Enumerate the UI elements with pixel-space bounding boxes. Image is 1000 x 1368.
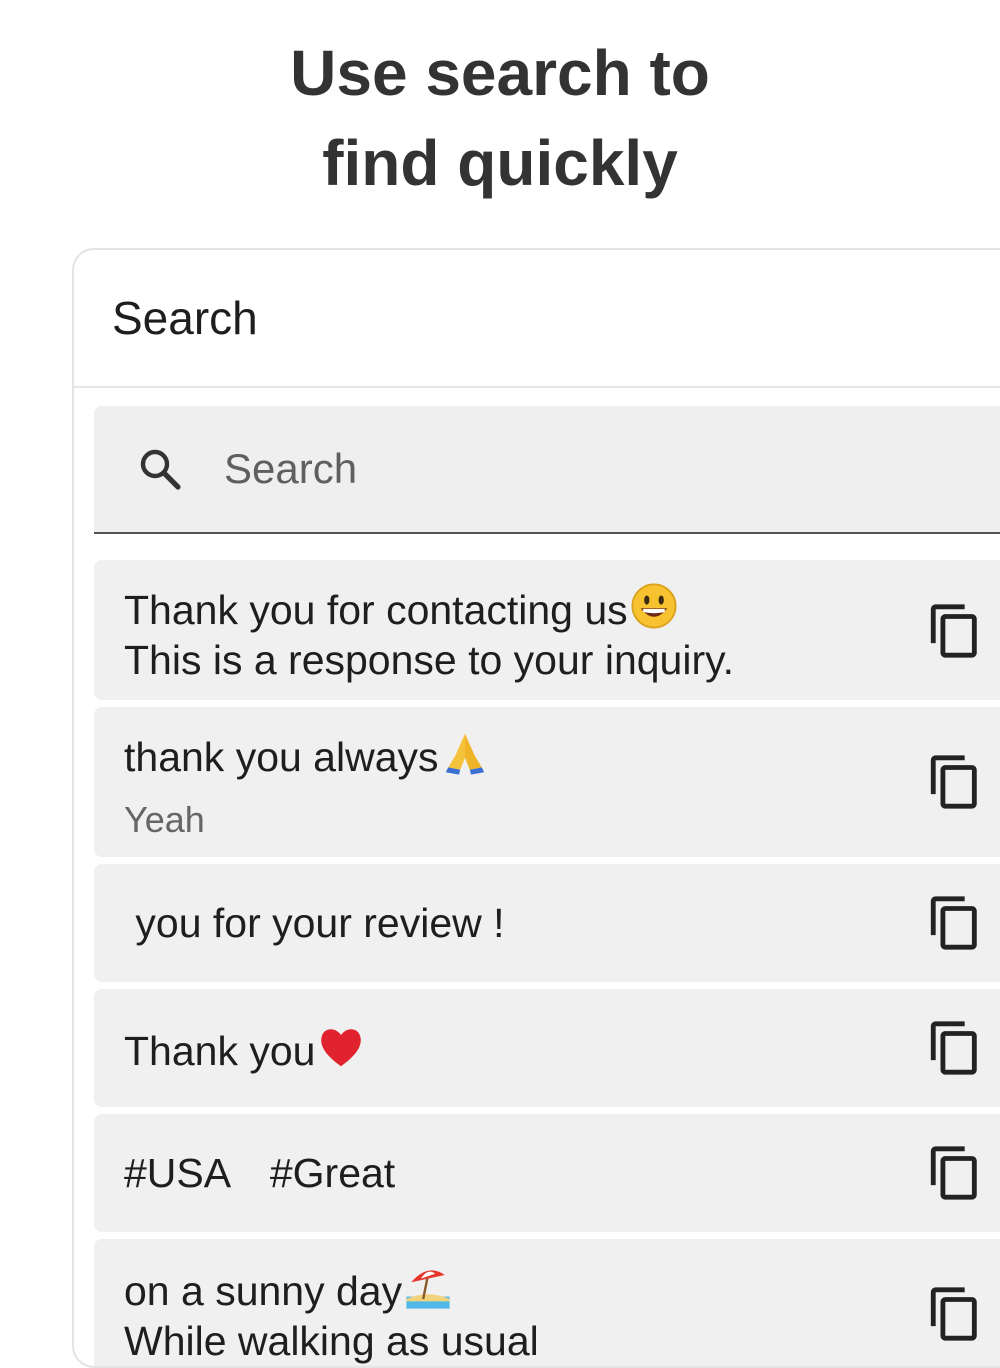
copy-icon[interactable] [926, 753, 984, 811]
list-item-line1: Thank you [124, 1028, 316, 1074]
red-heart-emoji-icon [321, 1029, 362, 1067]
copy-icon[interactable] [926, 1285, 984, 1343]
promo-headline: Use search to find quickly [0, 28, 1000, 208]
page-title: Search [112, 292, 258, 344]
list-item[interactable]: #USA #Great [94, 1114, 1000, 1232]
list-item-line1: thank you always [124, 734, 439, 780]
list-item[interactable]: you for your review ! [94, 864, 1000, 982]
list-item[interactable]: Thank you for contacting us This is a res… [94, 560, 1000, 700]
list-item[interactable]: thank you always Yeah [94, 707, 1000, 857]
list-item-text: thank you always [124, 729, 489, 782]
list-item-line1: Thank you for contacting us [124, 587, 628, 633]
copy-icon[interactable] [926, 602, 984, 660]
list-item-line2: While walking as usual [124, 1318, 539, 1364]
list-item-line1: on a sunny day [124, 1268, 403, 1314]
list-item-subtitle: Yeah [124, 799, 205, 840]
promo-headline-line1: Use search to [290, 37, 710, 109]
list-item-line1: you for your review ! [124, 900, 505, 946]
list-item-line2: This is a response to your inquiry. [124, 637, 734, 683]
list-item[interactable]: Thank you [94, 989, 1000, 1107]
search-icon [140, 449, 181, 490]
copy-icon[interactable] [926, 1019, 984, 1077]
app-screen: Search Thank you for contacting usThis i… [72, 248, 1000, 1368]
beach-umbrella-emoji-icon [406, 1270, 450, 1309]
copy-icon[interactable] [926, 1144, 984, 1202]
promo-headline-line2: find quickly [322, 127, 678, 199]
list-item-text: Thank you for contacting us This is a res… [124, 582, 734, 685]
app-bar: Search [74, 250, 1000, 388]
search-field[interactable] [94, 406, 1000, 534]
folded-hands-emoji-icon [445, 733, 484, 775]
copy-icon[interactable] [926, 894, 984, 952]
search-input[interactable] [224, 445, 824, 493]
grinning-face-emoji-icon [631, 583, 677, 629]
list-item-text: Thank you [124, 1023, 365, 1076]
list-item[interactable]: on a sunny day While walking as usual [94, 1239, 1000, 1366]
list-item-line1: #USA #Great [124, 1150, 396, 1196]
list-item-text: on a sunny day While walking as usual [124, 1263, 539, 1366]
